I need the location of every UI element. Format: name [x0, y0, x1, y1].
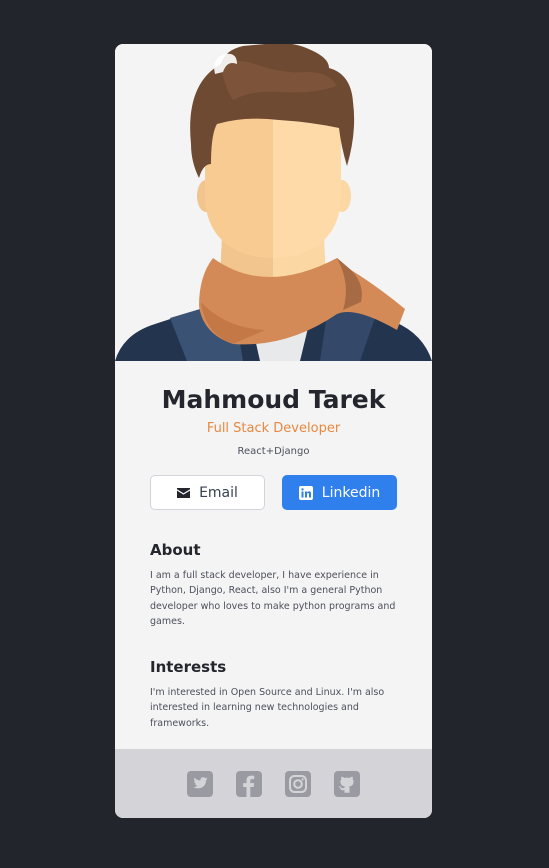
about-text: I am a full stack developer, I have expe…	[150, 570, 396, 627]
avatar-illustration	[115, 44, 432, 361]
instagram-icon[interactable]	[285, 770, 311, 797]
interests-text: I'm interested in Open Source and Linux.…	[150, 687, 385, 729]
linkedin-icon	[298, 485, 313, 500]
contact-buttons: Email Linkedin	[115, 475, 432, 511]
github-icon[interactable]	[334, 770, 360, 797]
profile-role: Full Stack Developer	[206, 421, 341, 436]
profile-stack: React+Django	[237, 446, 310, 457]
avatar	[115, 44, 432, 361]
interests-title: Interests	[150, 658, 227, 677]
linkedin-button[interactable]: Linkedin	[282, 475, 397, 510]
facebook-icon[interactable]	[236, 770, 262, 797]
email-button-label: Email	[199, 484, 238, 501]
social-footer	[115, 749, 432, 818]
email-button[interactable]: Email	[150, 475, 265, 510]
linkedin-button-label: Linkedin	[321, 484, 381, 501]
about-section: About I am a full stack developer, I hav…	[115, 541, 432, 629]
envelope-icon	[177, 487, 191, 498]
twitter-icon[interactable]	[187, 770, 213, 797]
profile-name: Mahmoud Tarek	[161, 385, 386, 414]
about-title: About	[150, 541, 201, 559]
profile-info: Mahmoud Tarek Full Stack Developer React…	[115, 361, 432, 458]
interests-section: Interests I'm interested in Open Source …	[115, 658, 432, 731]
profile-card: Mahmoud Tarek Full Stack Developer React…	[115, 44, 432, 818]
